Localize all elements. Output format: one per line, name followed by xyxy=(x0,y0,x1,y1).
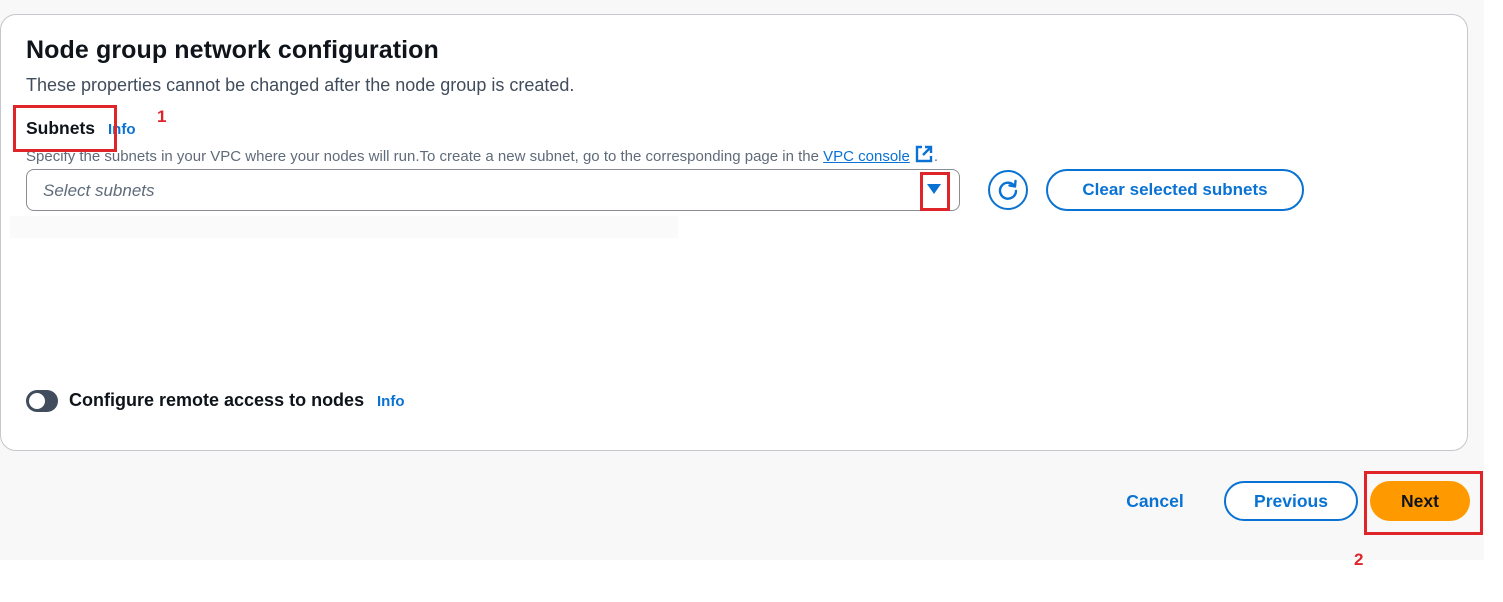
subnets-info-link[interactable]: Info xyxy=(108,121,136,138)
vpc-console-link[interactable]: VPC console xyxy=(823,148,910,165)
annotation-marker-2: 2 xyxy=(1354,550,1364,569)
clear-selected-subnets-button[interactable]: Clear selected subnets xyxy=(1046,169,1304,211)
caret-down-icon[interactable] xyxy=(927,184,941,194)
subnets-description: Specify the subnets in your VPC where yo… xyxy=(26,144,938,165)
subnets-select-placeholder: Select subnets xyxy=(43,181,155,200)
previous-button[interactable]: Previous xyxy=(1224,481,1358,521)
subnets-label: Subnets xyxy=(26,118,96,138)
refresh-icon xyxy=(998,179,1018,200)
subnets-description-text: Specify the subnets in your VPC where yo… xyxy=(26,148,824,165)
remote-access-toggle[interactable] xyxy=(26,390,58,412)
external-link-icon[interactable] xyxy=(914,144,934,164)
refresh-subnets-button[interactable] xyxy=(988,170,1028,210)
next-button[interactable]: Next xyxy=(1370,481,1470,521)
section-subtitle: These properties cannot be changed after… xyxy=(26,75,575,95)
annotation-marker-1: 1 xyxy=(157,107,167,126)
toggle-knob xyxy=(29,393,45,409)
empty-selection-area xyxy=(10,216,678,238)
section-title: Node group network configuration xyxy=(26,36,439,64)
remote-access-label: Configure remote access to nodes xyxy=(69,390,365,410)
subnets-select[interactable]: Select subnets xyxy=(26,169,960,211)
cancel-button[interactable]: Cancel xyxy=(1110,481,1200,521)
remote-access-info-link[interactable]: Info xyxy=(377,393,405,410)
subnets-description-suffix: . xyxy=(933,148,939,165)
